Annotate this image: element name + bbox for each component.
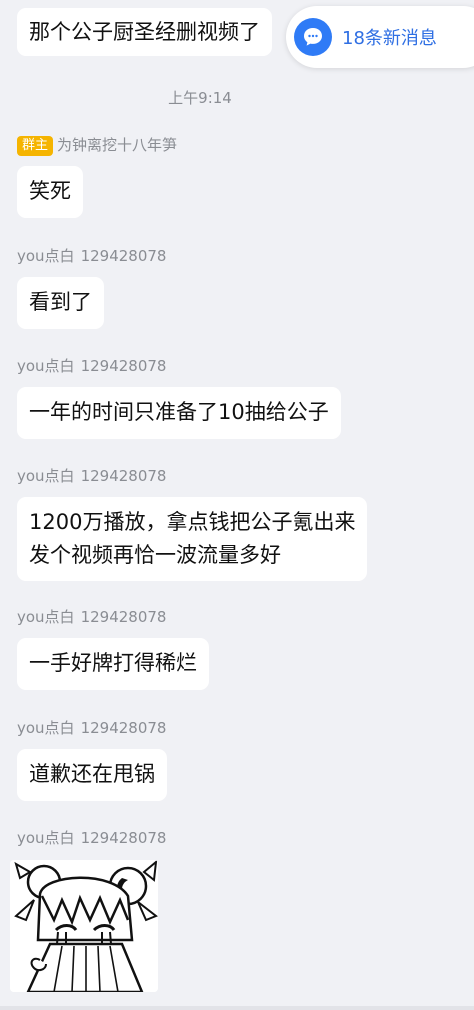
sticker-image[interactable]: [10, 860, 158, 992]
message-text: 道歉还在甩锅: [29, 762, 155, 786]
sender-nickname: you点白: [17, 357, 75, 375]
sender-id: 129428078: [80, 467, 167, 485]
sender-nickname: you点白: [17, 829, 75, 847]
sender-id: 129428078: [80, 247, 167, 265]
sender-nickname: you点白: [17, 247, 75, 265]
new-messages-label: 18条新消息: [342, 28, 437, 49]
message-text: 那个公子厨圣经删视频了: [29, 20, 260, 44]
new-messages-button[interactable]: 18条新消息: [286, 6, 474, 68]
message-bubble[interactable]: 1200万播放，拿点钱把公子氪出来 发个视频再恰一波流量多好: [17, 497, 368, 581]
message-bubble[interactable]: 笑死: [17, 166, 83, 218]
message-bubble[interactable]: 那个公子厨圣经删视频了: [17, 8, 272, 56]
message-bubble[interactable]: 道歉还在甩锅: [17, 749, 167, 801]
sender-nickname: 为钟离挖十八年笋: [57, 136, 178, 154]
message-text: 1200万播放，拿点钱把公子氪出来: [29, 510, 356, 534]
chat-window: 那个公子厨圣经删视频了 18条新消息 上午9:14 群主 为钟离挖十八年笋 笑死 …: [0, 0, 474, 1010]
message-bubble[interactable]: 看到了: [17, 277, 104, 329]
chat-bubble-icon: [294, 18, 332, 56]
message-timestamp: 上午9:14: [168, 89, 232, 107]
sender-name[interactable]: you点白 129428078: [17, 356, 166, 376]
sender-id: 129428078: [80, 357, 167, 375]
message-text: 笑死: [29, 179, 71, 203]
message-bubble[interactable]: 一手好牌打得稀烂: [17, 638, 209, 690]
sender-name[interactable]: 群主 为钟离挖十八年笋: [17, 135, 177, 156]
group-owner-badge: 群主: [17, 136, 54, 156]
message-text: 一年的时间只准备了10抽给公子: [29, 400, 329, 424]
message-text: 一手好牌打得稀烂: [29, 651, 197, 675]
message-bubble[interactable]: 一年的时间只准备了10抽给公子: [17, 387, 341, 439]
sender-id: 129428078: [80, 608, 167, 626]
sender-nickname: you点白: [17, 467, 75, 485]
sender-name[interactable]: you点白 129428078: [17, 466, 166, 486]
sender-nickname: you点白: [17, 608, 75, 626]
sender-name[interactable]: you点白 129428078: [17, 828, 166, 848]
sender-id: 129428078: [80, 829, 167, 847]
message-text: 看到了: [29, 290, 92, 314]
sender-id: 129428078: [80, 719, 167, 737]
message-text: 发个视频再恰一波流量多好: [29, 543, 281, 567]
sender-nickname: you点白: [17, 719, 75, 737]
sender-name[interactable]: you点白 129428078: [17, 246, 166, 266]
sender-name[interactable]: you点白 129428078: [17, 607, 166, 627]
sender-name[interactable]: you点白 129428078: [17, 718, 166, 738]
bottom-divider: [0, 1006, 474, 1010]
